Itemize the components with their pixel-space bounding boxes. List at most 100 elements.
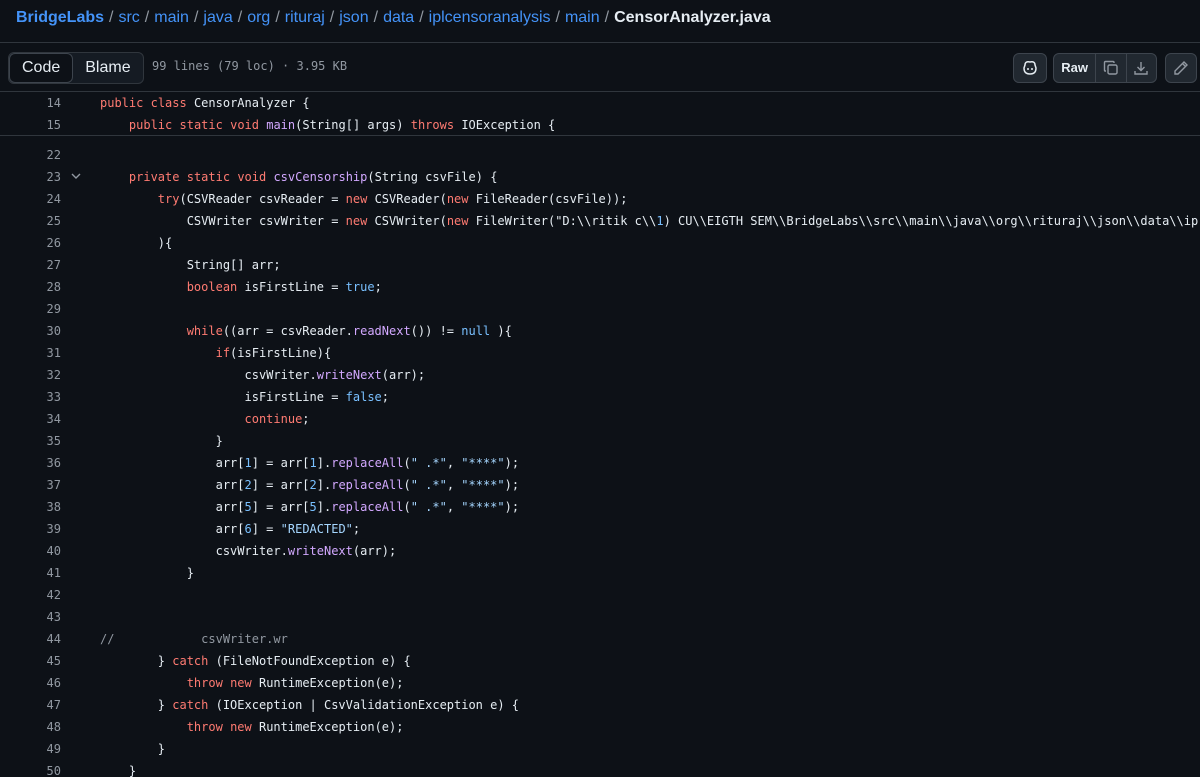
copilot-button[interactable]	[1013, 53, 1047, 83]
view-mode-switch: Code Blame	[8, 52, 144, 84]
code-line: 23 private static void csvCensorship(Str…	[0, 166, 1200, 188]
code-text: }	[100, 742, 166, 756]
breadcrumb-separator: /	[193, 9, 199, 26]
code-line: 28 boolean isFirstLine = true;	[0, 276, 1200, 298]
copilot-icon	[1023, 61, 1037, 75]
line-number[interactable]: 24	[0, 188, 61, 210]
code-text: String[] arr;	[100, 258, 281, 272]
line-number[interactable]: 45	[0, 650, 61, 672]
breadcrumb-link[interactable]: main	[565, 9, 600, 27]
line-number[interactable]: 40	[0, 540, 61, 562]
line-number[interactable]: 37	[0, 474, 61, 496]
code-line: 14 public class CensorAnalyzer {	[0, 92, 1200, 114]
breadcrumb-separator: /	[237, 9, 243, 26]
breadcrumb-separator: /	[419, 9, 424, 26]
line-number[interactable]: 32	[0, 364, 61, 386]
line-number[interactable]: 50	[0, 760, 61, 777]
code-line: 29	[0, 298, 1200, 320]
code-line: 31 if(isFirstLine){	[0, 342, 1200, 364]
code-line: 45 } catch (FileNotFoundException e) {	[0, 650, 1200, 672]
code-text: while((arr = csvReader.readNext()) != nu…	[186, 324, 512, 338]
code-text: } catch (FileNotFoundException e) {	[100, 654, 411, 668]
code-text: throw new RuntimeException(e);	[186, 676, 404, 690]
breadcrumb-link[interactable]: java	[203, 9, 232, 27]
code-text: if(isFirstLine){	[215, 346, 332, 360]
code-text: CSVWriter csvWriter = new CSVWriter(new …	[100, 214, 1199, 228]
code-line: 37 arr[2] = arr[2].replaceAll(" .*", "**…	[0, 474, 1200, 496]
breadcrumb-link[interactable]: json	[339, 9, 368, 27]
code-line: 32 csvWriter.writeNext(arr);	[0, 364, 1200, 386]
line-number[interactable]: 39	[0, 518, 61, 540]
tab-blame[interactable]: Blame	[73, 53, 142, 83]
file-info: 99 lines (79 loc) · 3.95 KB	[152, 59, 348, 73]
line-number[interactable]: 23	[0, 166, 61, 188]
tab-code[interactable]: Code	[9, 53, 74, 83]
breadcrumb-link[interactable]: src	[118, 9, 139, 27]
breadcrumb-link[interactable]: main	[154, 9, 189, 27]
code-line: 42	[0, 584, 1200, 606]
download-button[interactable]	[1125, 54, 1156, 82]
line-number[interactable]: 47	[0, 694, 61, 716]
code-line: 15 public static void main(String[] args…	[0, 114, 1200, 136]
copy-icon	[1103, 60, 1118, 75]
code-text: // csvWriter.wr	[100, 632, 288, 646]
code-text: csvWriter.writeNext(arr);	[100, 544, 397, 558]
line-number[interactable]: 22	[0, 144, 61, 166]
breadcrumb-repo-link[interactable]: BridgeLabs	[16, 9, 104, 27]
line-number[interactable]: 36	[0, 452, 61, 474]
line-number[interactable]: 26	[0, 232, 61, 254]
code-line: 22	[0, 144, 1200, 166]
line-number[interactable]: 14	[0, 92, 61, 114]
line-number[interactable]: 25	[0, 210, 61, 232]
breadcrumb-link[interactable]: rituraj	[285, 9, 325, 27]
code-line: 47 } catch (IOException | CsvValidationE…	[0, 694, 1200, 716]
code-text: arr[2] = arr[2].replaceAll(" .*", "****"…	[100, 478, 520, 492]
breadcrumb-link[interactable]: iplcensoranalysis	[429, 9, 551, 27]
line-number[interactable]: 35	[0, 430, 61, 452]
code-line: 44 // csvWriter.wr	[0, 628, 1200, 650]
file-toolbar: Code Blame 99 lines (79 loc) · 3.95 KB R…	[0, 42, 1200, 92]
code-line: 49 }	[0, 738, 1200, 760]
line-number[interactable]: 29	[0, 298, 61, 320]
code-line: 34 continue;	[0, 408, 1200, 430]
line-number[interactable]: 34	[0, 408, 61, 430]
code-text: }	[100, 764, 137, 777]
code-line: 50 }	[0, 760, 1200, 777]
line-number[interactable]: 42	[0, 584, 61, 606]
line-number[interactable]: 27	[0, 254, 61, 276]
line-number[interactable]: 15	[0, 114, 61, 136]
download-icon	[1134, 62, 1148, 75]
code-text: try(CSVReader csvReader = new CSVReader(…	[157, 192, 628, 206]
raw-button[interactable]: Raw	[1054, 54, 1097, 82]
code-line: 30 while((arr = csvReader.readNext()) !=…	[0, 320, 1200, 342]
line-number[interactable]: 48	[0, 716, 61, 738]
breadcrumb-separator: /	[604, 9, 610, 26]
code-text: isFirstLine = false;	[100, 390, 389, 404]
pencil-icon	[1174, 61, 1188, 75]
line-number[interactable]: 49	[0, 738, 61, 760]
line-number[interactable]: 31	[0, 342, 61, 364]
line-number[interactable]: 30	[0, 320, 61, 342]
line-number[interactable]: 33	[0, 386, 61, 408]
breadcrumb-link[interactable]: org	[247, 9, 270, 27]
code-text: continue;	[244, 412, 310, 426]
breadcrumb: BridgeLabs / src / main / java / org / rituraj / jso…	[0, 0, 1200, 36]
line-number[interactable]: 43	[0, 606, 61, 628]
line-number[interactable]: 41	[0, 562, 61, 584]
code-text: ){	[100, 236, 173, 250]
code-text: csvWriter.writeNext(arr);	[100, 368, 426, 382]
edit-button[interactable]	[1165, 53, 1197, 83]
breadcrumb-separator: /	[275, 9, 280, 26]
line-number[interactable]: 28	[0, 276, 61, 298]
code-line: 46 throw new RuntimeException(e);	[0, 672, 1200, 694]
code-line: 39 arr[6] = "REDACTED";	[0, 518, 1200, 540]
breadcrumb-separator: /	[555, 9, 560, 26]
breadcrumb-link[interactable]: data	[383, 9, 414, 27]
copy-button[interactable]	[1096, 54, 1125, 82]
line-number[interactable]: 46	[0, 672, 61, 694]
code-line: 43	[0, 606, 1200, 628]
line-number[interactable]: 44	[0, 628, 61, 650]
line-number[interactable]: 38	[0, 496, 61, 518]
breadcrumb-separator: /	[329, 9, 335, 26]
raw-copy-download-group: Raw	[1053, 53, 1157, 83]
